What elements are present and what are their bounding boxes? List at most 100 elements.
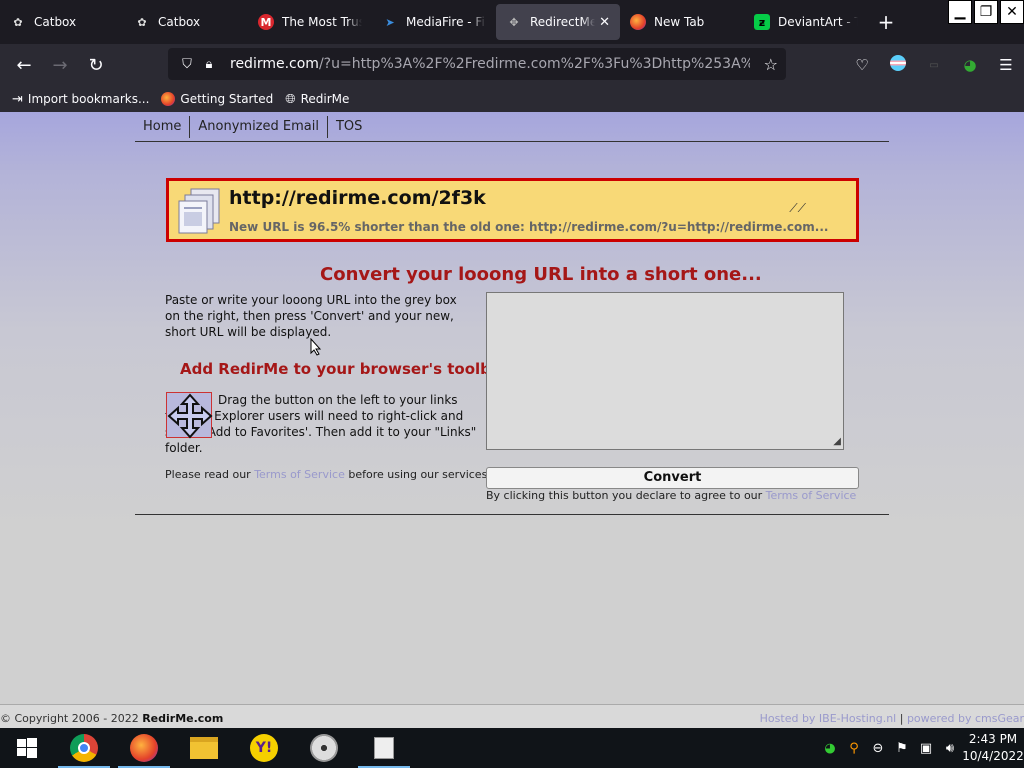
tab-label: RedirectMe - bbox=[530, 15, 596, 29]
tos-note-before: Please read our bbox=[165, 468, 255, 481]
file-explorer-icon bbox=[190, 737, 218, 759]
bookmarks-bar: ⇥ Import bookmarks... Getting Started 🌐︎… bbox=[0, 86, 1024, 112]
resize-grip-icon[interactable]: ◢ bbox=[833, 436, 841, 447]
mouse-cursor-icon bbox=[310, 338, 322, 356]
bookmark-redirme[interactable]: 🌐︎ RedirMe bbox=[285, 92, 349, 107]
nav-link-anonymized-email[interactable]: Anonymized Email bbox=[189, 116, 327, 138]
short-url[interactable]: http://redirme.com/2f3k bbox=[229, 187, 486, 209]
clock[interactable]: 2:43 PM 10/4/2022 bbox=[962, 731, 1024, 765]
firefox-icon bbox=[630, 14, 646, 30]
back-button[interactable]: ← bbox=[6, 47, 42, 83]
extension-icon[interactable]: ▭ bbox=[916, 60, 952, 71]
document-copy-icon bbox=[178, 188, 220, 234]
copyright: © Copyright 2006 - 2022 RedirMe.com bbox=[0, 712, 223, 725]
tab-bar: ✿ Catbox ✿ Catbox M The Most Trust ➤ Med… bbox=[0, 0, 1024, 44]
powered-by-link[interactable]: powered by cmsGear bbox=[907, 712, 1024, 725]
taskbar-notepad[interactable] bbox=[354, 728, 414, 768]
agree-text: By clicking this button you declare to a… bbox=[486, 489, 766, 502]
tab-catbox-1[interactable]: ✿ Catbox bbox=[0, 0, 124, 44]
tab-label: Catbox bbox=[34, 15, 77, 29]
bookmark-getting-started[interactable]: Getting Started bbox=[161, 92, 273, 107]
redirme-icon: ✥ bbox=[509, 15, 519, 29]
volume-icon[interactable]: 🔊︎ bbox=[938, 741, 962, 756]
agree-tos-link[interactable]: Terms of Service bbox=[766, 489, 857, 502]
taskbar-chrome[interactable] bbox=[54, 728, 114, 768]
bookmark-label: Import bookmarks... bbox=[27, 92, 150, 106]
tab-label: Catbox bbox=[158, 15, 201, 29]
bookmark-import[interactable]: ⇥ Import bookmarks... bbox=[12, 92, 149, 107]
address-bar[interactable]: ⛉ 🔒︎ redirme.com/?u=http%3A%2F%2Fredirme… bbox=[168, 48, 786, 80]
tray-flag-icon[interactable]: ⚑ bbox=[890, 741, 914, 756]
bookmark-label: Getting Started bbox=[180, 92, 274, 106]
copyright-text: © Copyright 2006 - 2022 bbox=[0, 712, 143, 725]
toolbar-heading: Add RedirMe to your browser's toolbar bbox=[180, 360, 509, 378]
result-box: http://redirme.com/2f3k New URL is 96.5%… bbox=[166, 178, 859, 242]
mediafire-icon: ➤ bbox=[385, 15, 395, 29]
clock-date: 10/4/2022 bbox=[962, 749, 1024, 763]
tos-link[interactable]: Terms of Service bbox=[254, 468, 345, 481]
tab-catbox-2[interactable]: ✿ Catbox bbox=[124, 0, 248, 44]
redirme-bookmarklet-button[interactable] bbox=[166, 392, 213, 439]
chrome-icon bbox=[70, 734, 98, 762]
tracking-protection-icon[interactable]: ⛉ bbox=[176, 57, 198, 72]
tray-network-icon[interactable]: ▣ bbox=[914, 741, 938, 756]
close-window-button[interactable]: ✕ bbox=[1000, 0, 1024, 24]
address-host: redirme.com bbox=[230, 56, 319, 72]
agree-note: By clicking this button you declare to a… bbox=[486, 489, 856, 502]
brand-link[interactable]: RedirMe.com bbox=[142, 712, 223, 725]
tab-deviantart[interactable]: ƶ DeviantArt - Th bbox=[744, 0, 868, 44]
bookmark-star-icon[interactable]: ☆ bbox=[764, 55, 778, 74]
pocket-icon[interactable]: ♡ bbox=[844, 56, 880, 74]
convert-button[interactable]: Convert bbox=[486, 467, 859, 489]
tab-redirectme[interactable]: ✥ RedirectMe - ✕ bbox=[496, 4, 620, 40]
resize-grip-icon: ⟋⟋ bbox=[789, 201, 806, 215]
site-nav: Home Anonymized Email TOS bbox=[135, 116, 370, 138]
nav-link-home[interactable]: Home bbox=[135, 116, 189, 138]
taskbar-file-explorer[interactable] bbox=[174, 728, 234, 768]
tab-mediafire[interactable]: ➤ MediaFire - File bbox=[372, 0, 496, 44]
taskbar-dvd[interactable] bbox=[294, 728, 354, 768]
tab-new-tab[interactable]: New Tab bbox=[620, 0, 744, 44]
divider bbox=[135, 514, 889, 515]
long-url-textarea[interactable]: ◢ bbox=[486, 292, 844, 450]
tab-mega[interactable]: M The Most Trust bbox=[248, 0, 372, 44]
page-content: Home Anonymized Email TOS http://redirme… bbox=[0, 112, 1024, 728]
hosting-credits: Hosted by IBE-Hosting.nl | powered by cm… bbox=[760, 712, 1024, 725]
tray-search-icon[interactable]: ⚲ bbox=[842, 741, 866, 756]
tab-label: New Tab bbox=[654, 15, 705, 29]
start-button[interactable] bbox=[0, 728, 54, 768]
tray-minus-icon[interactable]: ⊖ bbox=[866, 741, 890, 756]
maximize-button[interactable]: ❐ bbox=[974, 0, 998, 24]
address-text[interactable]: redirme.com/?u=http%3A%2F%2Fredirme.com%… bbox=[230, 56, 750, 72]
reload-button[interactable]: ↻ bbox=[78, 47, 114, 83]
tab-label: MediaFire - File bbox=[406, 15, 486, 29]
tray-globe-icon[interactable]: ◕ bbox=[818, 741, 842, 756]
hosted-by-link[interactable]: Hosted by IBE-Hosting.nl bbox=[760, 712, 897, 725]
taskbar-yahoo-messenger[interactable]: Y! bbox=[234, 728, 294, 768]
lock-icon[interactable]: 🔒︎ bbox=[198, 57, 220, 72]
minimize-button[interactable]: ▁ bbox=[948, 0, 972, 24]
catbox-icon: ✿ bbox=[137, 15, 147, 29]
taskbar-firefox[interactable] bbox=[114, 728, 174, 768]
taskbar: Y! ◕ ⚲ ⊖ ⚑ ▣ 🔊︎ 2:43 PM 10/4/2022 bbox=[0, 728, 1024, 768]
shortening-note: New URL is 96.5% shorter than the old on… bbox=[229, 220, 829, 234]
navigation-bar: ← → ↻ ⛉ 🔒︎ redirme.com/?u=http%3A%2F%2Fr… bbox=[0, 44, 1024, 86]
extension-flag-icon[interactable] bbox=[880, 55, 916, 75]
move-arrows-icon bbox=[167, 393, 213, 439]
address-path: /?u=http%3A%2F%2Fredirme.com%2F%3Fu%3Dht… bbox=[318, 56, 750, 72]
tos-note-after: before using our services. bbox=[344, 468, 491, 481]
globe-icon: 🌐︎ bbox=[285, 91, 296, 107]
extension-globe-icon[interactable]: ◕ bbox=[952, 56, 988, 74]
footer-separator: | bbox=[899, 712, 904, 725]
firefox-icon bbox=[161, 92, 176, 107]
toolbar-right: ♡ ▭ ◕ ☰ bbox=[844, 44, 1024, 86]
forward-button[interactable]: → bbox=[42, 47, 78, 83]
close-tab-icon[interactable]: ✕ bbox=[599, 15, 610, 30]
nav-link-tos[interactable]: TOS bbox=[326, 116, 370, 138]
tos-note: Please read our Terms of Service before … bbox=[165, 468, 491, 481]
yahoo-messenger-icon: Y! bbox=[250, 734, 278, 762]
new-tab-button[interactable]: + bbox=[868, 0, 904, 44]
divider bbox=[135, 141, 889, 142]
tab-label: The Most Trust bbox=[282, 15, 362, 29]
menu-icon[interactable]: ☰ bbox=[988, 56, 1024, 74]
